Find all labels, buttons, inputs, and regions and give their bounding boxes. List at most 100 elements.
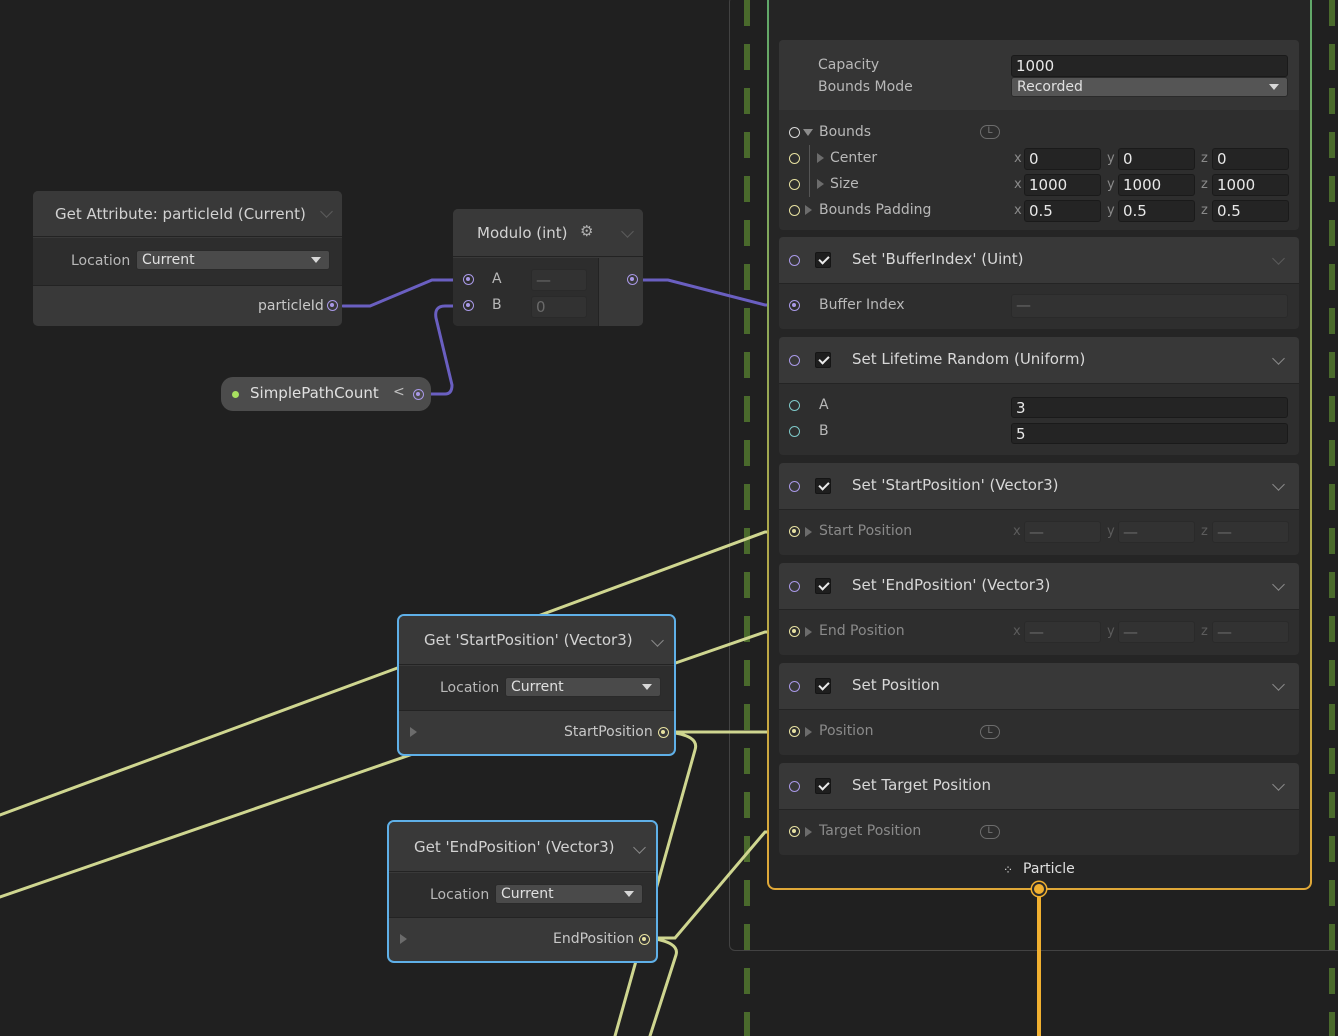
expand-arrow-icon[interactable] <box>400 934 407 944</box>
particle-flow-output-port[interactable] <box>1032 882 1046 896</box>
chevron-down-icon[interactable] <box>1272 578 1285 591</box>
node-title: Get Attribute: particleId (Current) <box>33 191 342 237</box>
target-position-port[interactable] <box>789 826 800 837</box>
local-space-badge[interactable]: L <box>980 725 1000 739</box>
size-z-field[interactable]: 1000 <box>1212 174 1289 196</box>
expand-arrow-icon[interactable] <box>805 205 812 215</box>
bounds-padding-port[interactable] <box>789 205 800 216</box>
simple-path-count-property-node[interactable]: SimplePathCount < <box>221 377 431 411</box>
bounds-padding-y-field[interactable]: 0.5 <box>1118 200 1195 222</box>
block-header: Set Lifetime Random (Uniform) <box>779 337 1299 384</box>
bounds-mode-label: Bounds Mode <box>818 79 913 95</box>
lifetime-b-port[interactable] <box>789 426 800 437</box>
center-y-field[interactable]: 0 <box>1118 148 1195 170</box>
block-activation-port[interactable] <box>789 781 800 792</box>
location-dropdown[interactable]: Current <box>136 250 330 270</box>
chevron-down-icon[interactable] <box>1272 252 1285 265</box>
bounds-padding-label: Bounds Padding <box>819 202 932 218</box>
size-x-field[interactable]: 1000 <box>1024 174 1101 196</box>
modulo-int-node[interactable]: Modulo (int) ⚙ A — B 0 <box>453 209 643 326</box>
set-startposition-block[interactable]: Set 'StartPosition' (Vector3) Start Posi… <box>779 463 1299 555</box>
center-port[interactable] <box>789 153 800 164</box>
get-endposition-node[interactable]: Get 'EndPosition' (Vector3) Location Cur… <box>387 820 658 963</box>
position-port[interactable] <box>789 726 800 737</box>
x-axis-label: x <box>1013 624 1021 639</box>
buffer-index-field[interactable]: — <box>1011 294 1288 318</box>
expand-arrow-icon[interactable] <box>805 627 812 637</box>
bounds-port[interactable] <box>789 127 800 138</box>
input-port-b[interactable] <box>463 300 474 311</box>
input-a-field[interactable]: — <box>531 269 587 291</box>
block-activation-port[interactable] <box>789 255 800 266</box>
input-b-field[interactable]: 0 <box>531 296 587 318</box>
lifetime-a-field[interactable]: 3 <box>1011 397 1288 418</box>
expand-arrow-icon[interactable] <box>817 179 824 189</box>
block-activation-port[interactable] <box>789 681 800 692</box>
end-position-y-field[interactable]: — <box>1118 621 1195 643</box>
chevron-down-icon[interactable] <box>1272 678 1285 691</box>
block-enabled-checkbox[interactable] <box>815 252 831 268</box>
block-enabled-checkbox[interactable] <box>815 478 831 494</box>
start-position-x-field[interactable]: — <box>1024 521 1101 543</box>
center-x-field[interactable]: 0 <box>1024 148 1101 170</box>
lifetime-a-port[interactable] <box>789 400 800 411</box>
block-activation-port[interactable] <box>789 581 800 592</box>
expand-arrow-icon[interactable] <box>805 827 812 837</box>
output-port-particleid[interactable] <box>327 300 338 311</box>
start-position-y-field[interactable]: — <box>1118 521 1195 543</box>
block-enabled-checkbox[interactable] <box>815 778 831 794</box>
location-dropdown[interactable]: Current <box>495 884 643 904</box>
bounds-padding-z-field[interactable]: 0.5 <box>1212 200 1289 222</box>
expand-arrow-icon[interactable] <box>817 153 824 163</box>
bounds-mode-dropdown[interactable]: Recorded <box>1011 77 1288 97</box>
block-activation-port[interactable] <box>789 481 800 492</box>
block-enabled-checkbox[interactable] <box>815 678 831 694</box>
block-header: Set 'EndPosition' (Vector3) <box>779 563 1299 610</box>
lifetime-b-field[interactable]: 5 <box>1011 423 1288 444</box>
gear-icon[interactable]: ⚙ <box>580 222 593 240</box>
y-axis-label: y <box>1107 177 1115 192</box>
chevron-down-icon[interactable] <box>1272 352 1285 365</box>
capacity-field[interactable]: 1000 <box>1011 55 1288 77</box>
expand-arrow-icon[interactable] <box>805 727 812 737</box>
size-y-field[interactable]: 1000 <box>1118 174 1195 196</box>
output-port-startposition[interactable] <box>658 727 669 738</box>
block-enabled-checkbox[interactable] <box>815 578 831 594</box>
set-position-block[interactable]: Set Position Position L <box>779 663 1299 755</box>
collapse-arrow-icon[interactable] <box>803 129 813 136</box>
chevron-down-icon[interactable] <box>1272 478 1285 491</box>
get-startposition-node[interactable]: Get 'StartPosition' (Vector3) Location C… <box>397 614 676 756</box>
end-position-x-field[interactable]: — <box>1024 621 1101 643</box>
start-position-z-field[interactable]: — <box>1212 521 1289 543</box>
node-title-text: Modulo (int) <box>477 223 568 242</box>
chevron-down-icon[interactable] <box>1272 778 1285 791</box>
output-port-endposition[interactable] <box>639 934 650 945</box>
set-lifetime-random-block[interactable]: Set Lifetime Random (Uniform) A 3 B 5 <box>779 337 1299 455</box>
end-position-label: End Position <box>819 623 905 639</box>
set-target-position-block[interactable]: Set Target Position Target Position L <box>779 763 1299 855</box>
output-port[interactable] <box>627 274 638 285</box>
y-axis-label: y <box>1107 151 1115 166</box>
set-endposition-block[interactable]: Set 'EndPosition' (Vector3) End Position… <box>779 563 1299 655</box>
size-port[interactable] <box>789 179 800 190</box>
start-position-port[interactable] <box>789 526 800 537</box>
bounds-padding-x-field[interactable]: 0.5 <box>1024 200 1101 222</box>
center-z-field[interactable]: 0 <box>1212 148 1289 170</box>
block-header: Set Target Position <box>779 763 1299 810</box>
block-enabled-checkbox[interactable] <box>815 352 831 368</box>
output-port[interactable] <box>413 389 424 400</box>
block-header: Set Position <box>779 663 1299 710</box>
collapse-arrow-icon[interactable]: < <box>393 384 405 400</box>
block-activation-port[interactable] <box>789 355 800 366</box>
local-space-badge[interactable]: L <box>980 825 1000 839</box>
get-attribute-particleid-node[interactable]: Get Attribute: particleId (Current) Loca… <box>33 191 342 326</box>
location-dropdown[interactable]: Current <box>505 677 661 697</box>
set-bufferindex-block[interactable]: Set 'BufferIndex' (Uint) Buffer Index — <box>779 237 1299 329</box>
expand-arrow-icon[interactable] <box>805 527 812 537</box>
end-position-port[interactable] <box>789 626 800 637</box>
local-space-badge[interactable]: L <box>980 125 1000 139</box>
input-port-a[interactable] <box>463 274 474 285</box>
end-position-z-field[interactable]: — <box>1212 621 1289 643</box>
expand-arrow-icon[interactable] <box>410 727 417 737</box>
buffer-index-port[interactable] <box>789 300 800 311</box>
